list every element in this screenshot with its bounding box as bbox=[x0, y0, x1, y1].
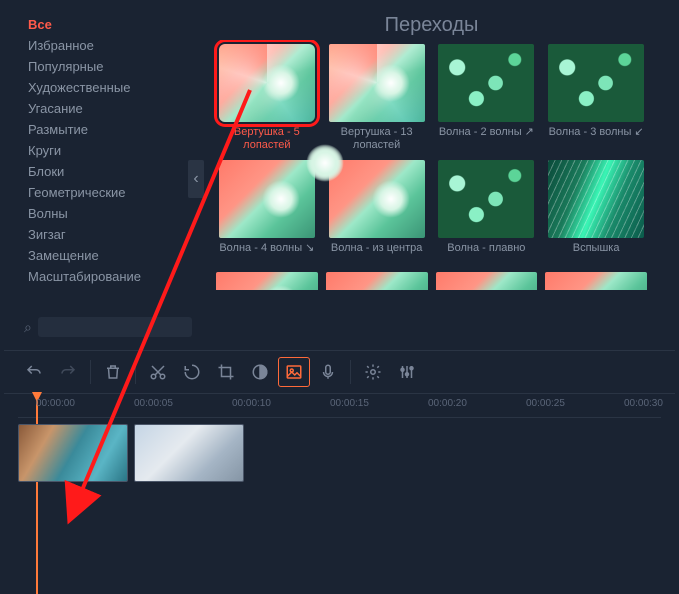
transition-preview bbox=[438, 160, 534, 238]
undo-button[interactable] bbox=[18, 357, 50, 387]
ruler-tick: 00:00:10 bbox=[232, 398, 271, 409]
category-item[interactable]: Размытие bbox=[24, 119, 184, 140]
ruler-tick: 00:00:25 bbox=[526, 398, 565, 409]
image-button[interactable] bbox=[278, 357, 310, 387]
category-item[interactable]: Популярные bbox=[24, 56, 184, 77]
crop-button[interactable] bbox=[210, 357, 242, 387]
transition-thumb-partial[interactable] bbox=[436, 272, 538, 290]
video-track[interactable] bbox=[18, 418, 661, 488]
collapse-sidebar-button[interactable]: ‹ bbox=[188, 160, 204, 198]
timeline[interactable]: 00:00:00 00:00:05 00:00:10 00:00:15 00:00:20… bbox=[4, 394, 675, 570]
transition-thumb[interactable]: Волна - 4 волны ↘ bbox=[216, 160, 318, 268]
category-item[interactable]: Замещение bbox=[24, 245, 184, 266]
ruler-tick: 00:00:30 bbox=[624, 398, 663, 409]
transition-label: Волна - 4 волны ↘ bbox=[219, 242, 314, 268]
category-item[interactable]: Круги bbox=[24, 140, 184, 161]
transition-preview bbox=[329, 44, 425, 122]
settings-button[interactable] bbox=[357, 357, 389, 387]
ruler-tick: 00:00:15 bbox=[330, 398, 369, 409]
ruler-tick: 00:00:05 bbox=[134, 398, 173, 409]
ruler-tick: 00:00:00 bbox=[36, 398, 75, 409]
transition-label: Волна - 3 волны ↙ bbox=[549, 126, 644, 152]
transition-label: Волна - из центра bbox=[331, 242, 423, 268]
category-item[interactable]: Блоки bbox=[24, 161, 184, 182]
transition-preview bbox=[329, 160, 425, 238]
panel-title: Переходы bbox=[208, 14, 655, 40]
search-input[interactable] bbox=[38, 317, 192, 337]
transition-label: Вспышка bbox=[573, 242, 620, 268]
search-icon: ⌕ bbox=[24, 319, 32, 336]
toolbar bbox=[4, 350, 675, 394]
transition-thumb[interactable]: Вертушка - 5 лопастей bbox=[216, 44, 318, 152]
clip-2[interactable] bbox=[134, 424, 244, 482]
transition-label: Вертушка - 5 лопастей bbox=[216, 126, 318, 152]
cut-button[interactable] bbox=[142, 357, 174, 387]
chevron-left-icon: ‹ bbox=[193, 170, 198, 188]
transition-thumb[interactable]: Волна - 2 волны ↗ bbox=[436, 44, 538, 152]
category-item[interactable]: Масштабирование bbox=[24, 266, 184, 287]
category-item[interactable]: Все bbox=[24, 14, 184, 35]
transition-preview bbox=[548, 44, 644, 122]
category-item[interactable]: Геометрические bbox=[24, 182, 184, 203]
transition-label: Вертушка - 13 лопастей bbox=[326, 126, 428, 152]
transition-thumb[interactable]: Волна - плавно bbox=[436, 160, 538, 268]
category-sidebar: ВсеИзбранноеПопулярныеХудожественныеУгас… bbox=[24, 14, 184, 344]
category-item[interactable]: Угасание bbox=[24, 98, 184, 119]
category-item[interactable]: Избранное bbox=[24, 35, 184, 56]
category-item[interactable]: Волны bbox=[24, 203, 184, 224]
transition-preview bbox=[219, 160, 315, 238]
ruler-tick: 00:00:20 bbox=[428, 398, 467, 409]
rotate-button[interactable] bbox=[176, 357, 208, 387]
transition-preview bbox=[548, 160, 644, 238]
transition-preview bbox=[438, 44, 534, 122]
microphone-button[interactable] bbox=[312, 357, 344, 387]
time-ruler[interactable]: 00:00:00 00:00:05 00:00:10 00:00:15 00:00:20… bbox=[18, 394, 661, 418]
delete-button[interactable] bbox=[97, 357, 129, 387]
transition-thumb[interactable]: Вертушка - 13 лопастей bbox=[326, 44, 428, 152]
clip-1[interactable] bbox=[18, 424, 128, 482]
transition-preview bbox=[219, 44, 315, 122]
transition-label: Волна - 2 волны ↗ bbox=[439, 126, 534, 152]
transition-thumb-partial[interactable]: ♡ bbox=[216, 272, 318, 290]
transition-thumb-partial[interactable] bbox=[545, 272, 647, 290]
transition-thumb-partial[interactable] bbox=[326, 272, 428, 290]
transition-thumb[interactable]: Вспышка bbox=[545, 160, 647, 268]
category-item[interactable]: Зигзаг bbox=[24, 224, 184, 245]
color-adjust-button[interactable] bbox=[244, 357, 276, 387]
transition-label: Волна - плавно bbox=[447, 242, 525, 268]
transition-thumb[interactable]: Волна - 3 волны ↙ bbox=[545, 44, 647, 152]
redo-button[interactable] bbox=[52, 357, 84, 387]
equalizer-button[interactable] bbox=[391, 357, 423, 387]
category-item[interactable]: Художественные bbox=[24, 77, 184, 98]
transition-thumb[interactable]: Волна - из центра bbox=[326, 160, 428, 268]
